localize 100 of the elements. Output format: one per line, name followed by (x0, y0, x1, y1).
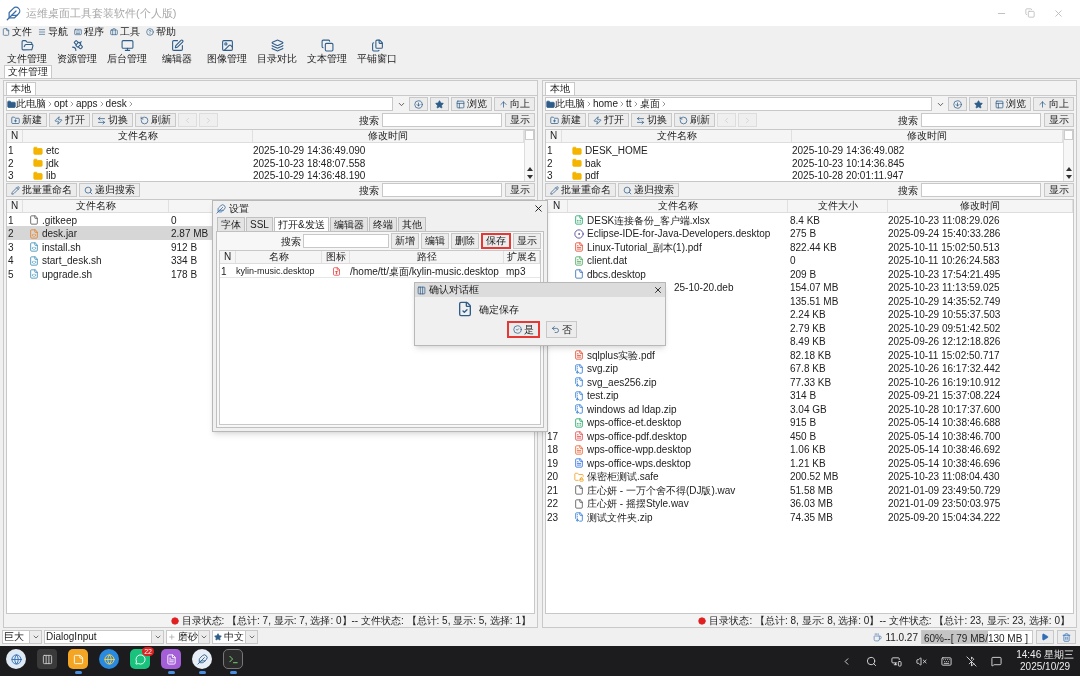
modified-time: 2025-10-29 14:36:49.082 (792, 144, 906, 158)
file-name: upgrade.sh (42, 267, 93, 282)
file-name: wps-office-wpp.desktop (587, 443, 692, 457)
status-text: 目录状态: 【总计: 7, 显示: 7, 选择: 0】-- 文件状态: 【总计: 5, 显示: 5, 选择: 1】 (181, 614, 531, 627)
modified-time: 2025-09-20 15:04:34.222 (888, 510, 1002, 525)
modified-time: 2025-10-23 17:54:21.495 (888, 267, 1002, 282)
row-number: 2 (7, 156, 15, 171)
file-name: wps-office-pdf.desktop (587, 429, 687, 444)
modified-time: 2025-10-11 15:02:50.513 (888, 240, 1001, 255)
modified-time: 2025-10-29 14:36:48.190 (253, 169, 367, 183)
file-size: 51.58 MB (789, 483, 834, 498)
file-name: windows ad ldap.zip (587, 402, 677, 417)
search-label: 搜索 (359, 183, 379, 198)
file-size: 74.35 MB (789, 510, 834, 525)
file-name: jdk (46, 156, 59, 171)
modified-time: 2025-10-26 16:19:10.912 (888, 375, 1002, 390)
file-size: 450 B (789, 429, 818, 444)
modified-time: 2025-10-23 11:13:59.025 (888, 281, 1001, 295)
row-number: 5 (7, 268, 14, 280)
modified-time: 2021-01-09 23:49:50.729 (888, 483, 1002, 498)
file-size: 0 (789, 254, 797, 268)
modified-time: 2025-10-23 18:48:07.558 (253, 156, 367, 171)
row-number: 3 (7, 169, 15, 183)
row-number: 22 (546, 498, 559, 509)
file-size: 154.07 MB (789, 281, 840, 295)
dialog-title: 确认对话框 (429, 284, 479, 296)
java-version: 11.0.27 (885, 630, 918, 645)
modified-time: 2025-05-14 10:38:46.700 (888, 429, 1002, 444)
modified-time: 2021-01-09 23:50:03.975 (888, 497, 1002, 511)
file-size: 314 B (789, 389, 818, 403)
file-size: 209 B (789, 267, 818, 282)
row-number: 18 (546, 444, 559, 455)
row-number: 19 (546, 457, 559, 469)
modified-time: 2025-10-29 10:55:37.503 (888, 308, 1002, 322)
table-cell-text: /home/tt/桌面/kylin-music.desktop (350, 265, 500, 279)
file-name: pdf (585, 169, 599, 183)
row-number: 1 (7, 214, 14, 226)
modified-time: 2025-05-14 10:38:46.692 (888, 443, 1002, 457)
row-number: 17 (546, 430, 559, 442)
file-size: 2.79 KB (789, 321, 827, 336)
modified-time: 2025-09-21 15:37:08.224 (888, 389, 1002, 403)
row-number: 20 (546, 471, 559, 482)
row-number: 4 (7, 255, 14, 266)
modified-time: 2025-05-14 10:38:46.688 (888, 416, 1002, 430)
file-size: 8.4 KB (789, 213, 822, 228)
row-number: 1 (7, 144, 15, 158)
memory-reading: 60%--[ 79 MB/130 MB ] (923, 633, 1028, 644)
file-name: svg_aes256.zip (587, 375, 657, 390)
row-number: 21 (546, 484, 559, 496)
file-name: .gitkeep (42, 213, 78, 228)
dropdown-value: 中文 (223, 631, 245, 643)
file-name: test.zip (587, 389, 619, 403)
file-size: 2.87 MB (170, 227, 210, 241)
row-number: 2 (546, 156, 554, 171)
modified-time: 2025-10-29 14:36:49.090 (253, 144, 367, 158)
file-size: 912 B (170, 240, 199, 255)
file-name: 测试文件夹.zip (587, 510, 653, 525)
file-size: 1.21 KB (789, 456, 827, 471)
file-size: 67.8 KB (789, 362, 827, 376)
file-size: 1.06 KB (789, 443, 827, 457)
modified-time: 2025-10-23 10:14:36.845 (792, 156, 906, 171)
file-size: 822.44 KB (789, 240, 838, 255)
dropdown-value: 巨大 (3, 631, 25, 643)
file-size: 36.03 MB (789, 497, 834, 511)
file-name: 庄心妍 - 摇摆Style.wav (587, 497, 689, 511)
file-name: wps-office-et.desktop (587, 416, 682, 430)
row-number: 2 (7, 228, 14, 239)
file-name: wps-office-wps.desktop (587, 456, 691, 471)
file-size: 915 B (789, 416, 818, 430)
modified-time: 2025-10-11 10:26:24.583 (888, 254, 1001, 268)
file-size: 135.51 MB (789, 294, 840, 309)
row-number: 1 (546, 144, 554, 158)
file-size: 178 B (170, 267, 199, 282)
clock-date: 2025/10/29 (1020, 661, 1071, 673)
search-label: 搜索 (359, 113, 379, 128)
modified-time: 2025-10-11 15:02:50.717 (888, 348, 1001, 363)
file-size: 0 (170, 213, 178, 228)
table-cell-text: mp3 (505, 265, 527, 279)
file-name: Eclipse-IDE-for-Java-Developers.desktop (587, 227, 771, 241)
search-label: 搜索 (898, 183, 918, 198)
modified-time: 2025-10-26 16:17:32.442 (888, 362, 1002, 376)
file-name: DESK连接备份_客户端.xlsx (587, 213, 710, 228)
search-label: 搜索 (898, 113, 918, 128)
file-name: Linux-Tutorial_副本(1).pdf (587, 240, 702, 255)
file-name: DESK_HOME (585, 144, 648, 158)
file-name: sqlplus实验.pdf (587, 348, 655, 363)
file-size: 2.24 KB (789, 308, 827, 322)
modified-time: 2025-09-24 15:40:33.286 (888, 227, 1002, 241)
file-size: 3.04 GB (789, 402, 828, 417)
file-name: etc (46, 144, 60, 158)
file-size: 82.18 KB (789, 348, 833, 363)
row-number: 3 (546, 169, 554, 183)
row-number: 23 (546, 511, 559, 523)
file-name: install.sh (42, 240, 81, 255)
file-name: start_desk.sh (42, 254, 102, 268)
file-name: 25-10-20.deb (674, 281, 734, 295)
dropdown-value: DialogInput (45, 631, 98, 643)
clock-time: 14:46 星期三 (1016, 649, 1074, 661)
row-number: 1 (220, 265, 228, 279)
modified-time: 2025-10-23 11:08:29.026 (888, 213, 1001, 228)
